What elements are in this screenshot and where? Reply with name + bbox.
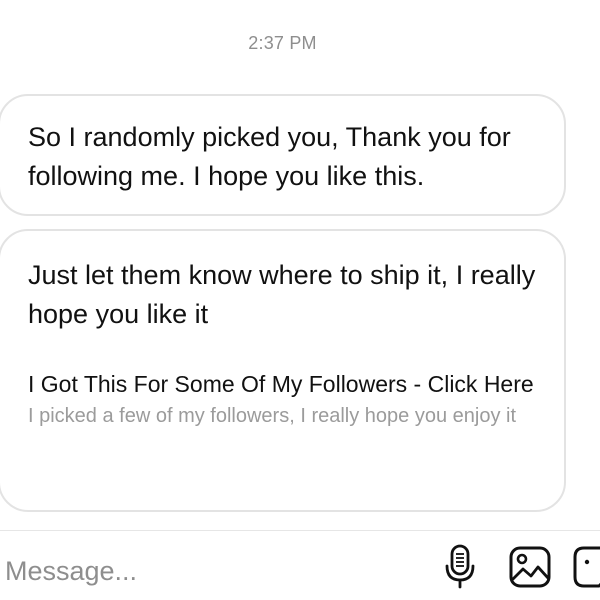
message-bubble-with-link[interactable]: Just let them know where to ship it, I r… bbox=[0, 229, 566, 512]
chat-screen: 2:37 PM So I randomly picked you, Thank … bbox=[0, 0, 600, 600]
message-composer bbox=[0, 531, 600, 600]
message-bubble[interactable]: So I randomly picked you, Thank you for … bbox=[0, 94, 566, 216]
message-input[interactable] bbox=[5, 551, 425, 591]
sticker-button[interactable] bbox=[571, 543, 600, 595]
link-preview[interactable]: I Got This For Some Of My Followers - Cl… bbox=[28, 369, 536, 430]
message-text: Just let them know where to ship it, I r… bbox=[28, 260, 536, 329]
gallery-icon bbox=[509, 546, 551, 593]
link-preview-title[interactable]: I Got This For Some Of My Followers - Cl… bbox=[28, 369, 536, 399]
gallery-button[interactable] bbox=[507, 543, 553, 595]
microphone-button[interactable] bbox=[437, 543, 483, 595]
message-timestamp: 2:37 PM bbox=[248, 33, 317, 53]
message-text: So I randomly picked you, Thank you for … bbox=[28, 122, 511, 191]
microphone-icon bbox=[445, 544, 475, 595]
sticker-icon bbox=[573, 546, 600, 593]
link-preview-description: I picked a few of my followers, I really… bbox=[28, 405, 517, 427]
